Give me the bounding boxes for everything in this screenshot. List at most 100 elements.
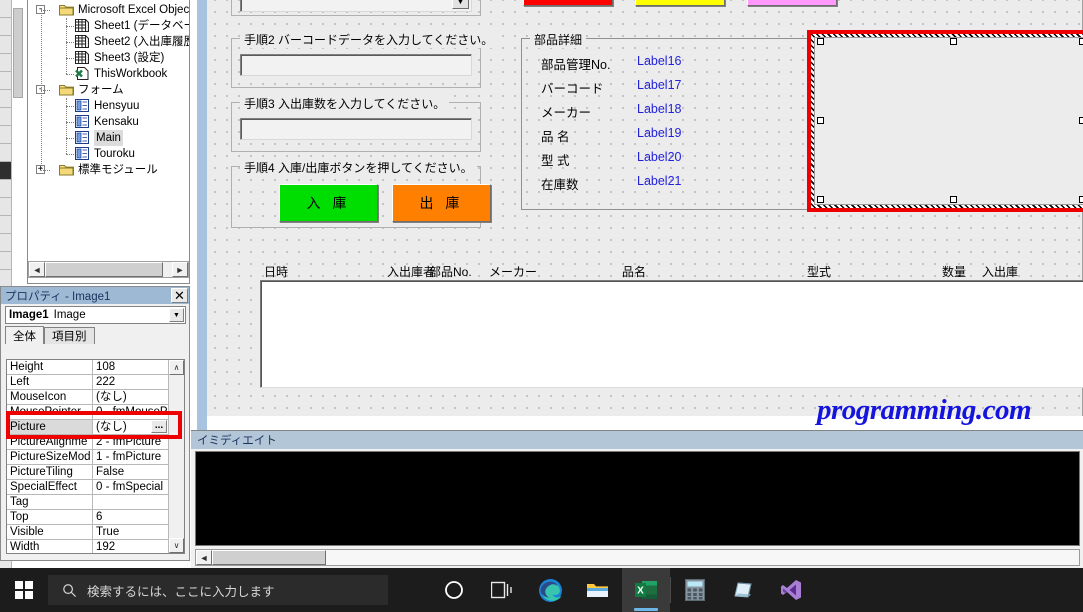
property-row[interactable]: MousePointer 0 - fmMouseP (7, 405, 168, 420)
property-value[interactable]: 222 (93, 375, 168, 389)
stock-out-button[interactable]: 出 庫 (392, 184, 491, 222)
property-value[interactable]: False (93, 465, 168, 479)
barcode-input[interactable] (240, 54, 472, 76)
property-row[interactable]: Left 222 (7, 375, 168, 390)
excel-icon[interactable]: X (622, 568, 670, 612)
object-selector-combobox[interactable]: Image1 Image ▼ (5, 306, 186, 324)
properties-tab-1[interactable]: 項目別 (44, 327, 95, 344)
excel-row-header[interactable] (0, 252, 12, 270)
windows-taskbar[interactable]: 検索するには、ここに入力します X (0, 568, 1083, 612)
chevron-down-icon[interactable]: ▼ (452, 0, 469, 9)
excel-vertical-scrollbar-thumb[interactable] (13, 8, 23, 98)
resize-handle-sw[interactable] (817, 196, 824, 203)
property-row[interactable]: Picture (なし)... (7, 420, 168, 435)
property-row[interactable]: PictureTiling False (7, 465, 168, 480)
cortana-icon[interactable] (430, 568, 478, 612)
property-value[interactable]: 192 (93, 540, 168, 553)
property-value[interactable]: 2 - fmPicture (93, 435, 168, 449)
userform-designer[interactable]: 部品登録 部品編集 部品検索 ▼ 手順2 バーコードデータを入力してください。 手順… (191, 0, 1083, 430)
calculator-icon[interactable] (671, 568, 719, 612)
properties-vscrollbar[interactable]: ∧ ∨ (168, 360, 184, 553)
property-value[interactable]: True (93, 525, 168, 539)
stock-in-button[interactable]: 入 庫 (279, 184, 378, 222)
property-row[interactable]: Top 6 (7, 510, 168, 525)
history-listbox[interactable] (260, 280, 1083, 388)
resize-handle-n[interactable] (950, 38, 957, 45)
quantity-input[interactable] (240, 118, 472, 140)
property-value[interactable]: 6 (93, 510, 168, 524)
immediate-window[interactable]: イミディエイト ◄ (191, 430, 1083, 568)
edge-icon[interactable] (526, 568, 574, 612)
properties-grid[interactable]: Height 108 Left 222 MouseIcon (なし) MousePointe… (6, 359, 185, 554)
excel-row-header[interactable] (0, 90, 12, 108)
immediate-hscrollbar[interactable]: ◄ (195, 549, 1080, 566)
scroll-thumb[interactable] (45, 262, 163, 277)
top-button-1[interactable]: 部品編集 (635, 0, 725, 6)
property-row[interactable]: Tag (7, 495, 168, 510)
property-row[interactable]: Visible True (7, 525, 168, 540)
resize-handle-s[interactable] (950, 196, 957, 203)
excel-row-header[interactable] (0, 198, 12, 216)
properties-tab-0[interactable]: 全体 (5, 326, 44, 344)
scroll-thumb[interactable] (212, 550, 326, 565)
search-input[interactable]: 検索するには、ここに入力します (48, 575, 388, 605)
excel-row-header[interactable] (0, 126, 12, 144)
property-row[interactable]: PictureSizeMod 1 - fmPicture (7, 450, 168, 465)
property-value[interactable]: 0 - fmMouseP (93, 405, 168, 419)
excel-row-header[interactable] (0, 234, 12, 252)
resize-handle-nw[interactable] (817, 38, 824, 45)
resize-handle-w[interactable] (817, 117, 824, 124)
detail-value[interactable]: Label21 (637, 174, 682, 188)
excel-row-header[interactable] (0, 72, 12, 90)
property-row[interactable]: PictureAlignme 2 - fmPicture (7, 435, 168, 450)
scroll-right-icon[interactable]: ► (172, 262, 188, 277)
visual-studio-icon[interactable] (767, 568, 815, 612)
property-row[interactable]: SpecialEffect 0 - fmSpecial (7, 480, 168, 495)
detail-value[interactable]: Label20 (637, 150, 682, 164)
chevron-down-icon[interactable]: ▼ (169, 308, 184, 322)
property-value[interactable]: 1 - fmPicture (93, 450, 168, 464)
property-row[interactable]: Height 108 (7, 360, 168, 375)
immediate-textarea[interactable] (195, 451, 1080, 546)
excel-row-header[interactable] (0, 144, 12, 162)
excel-row-header[interactable] (0, 0, 12, 18)
detail-value[interactable]: Label19 (637, 126, 682, 140)
property-value[interactable] (93, 495, 168, 509)
notepad-icon[interactable] (719, 568, 767, 612)
step1-combobox[interactable]: ▼ (240, 0, 472, 12)
image1-surface[interactable] (814, 37, 1083, 205)
scroll-up-icon[interactable]: ∧ (169, 360, 184, 375)
excel-row-header[interactable] (0, 36, 12, 54)
image1-control[interactable] (807, 30, 1083, 212)
resize-handle-se[interactable] (1079, 196, 1083, 203)
detail-value[interactable]: Label17 (637, 78, 682, 92)
top-button-0[interactable]: 部品登録 (523, 0, 613, 6)
project-explorer[interactable]: -Microsoft Excel ObjectSheet1 (データベースShe… (27, 0, 190, 284)
userform-main[interactable]: 部品登録 部品編集 部品検索 ▼ 手順2 バーコードデータを入力してください。 手順… (207, 0, 1083, 426)
properties-tabs[interactable]: 全体 項目別 (5, 326, 189, 344)
detail-value[interactable]: Label18 (637, 102, 682, 116)
properties-window[interactable]: プロパティ - Image1 ✕ Image1 Image ▼ 全体 項目別 He… (0, 286, 190, 561)
project-explorer-hscrollbar[interactable]: ◄ ► (28, 261, 189, 278)
property-value[interactable]: 0 - fmSpecial (93, 480, 168, 494)
scroll-left-icon[interactable]: ◄ (196, 550, 212, 565)
task-view-icon[interactable] (478, 568, 526, 612)
start-button[interactable] (0, 568, 48, 612)
excel-row-header[interactable] (0, 54, 12, 72)
resize-handle-e[interactable] (1079, 117, 1083, 124)
property-value[interactable]: 108 (93, 360, 168, 374)
excel-row-header[interactable] (0, 108, 12, 126)
resize-handle-ne[interactable] (1079, 38, 1083, 45)
property-row[interactable]: MouseIcon (なし) (7, 390, 168, 405)
excel-row-header[interactable] (0, 18, 12, 36)
file-explorer-icon[interactable] (574, 568, 622, 612)
property-browse-button[interactable]: ... (151, 420, 167, 433)
scroll-left-icon[interactable]: ◄ (29, 262, 45, 277)
excel-row-header[interactable] (0, 162, 12, 180)
close-icon[interactable]: ✕ (171, 288, 188, 303)
top-button-2[interactable]: 部品検索 (747, 0, 837, 6)
property-row[interactable]: Width 192 (7, 540, 168, 553)
property-value[interactable]: (なし)... (93, 420, 168, 434)
excel-row-header[interactable] (0, 180, 12, 198)
property-value[interactable]: (なし) (93, 390, 168, 404)
